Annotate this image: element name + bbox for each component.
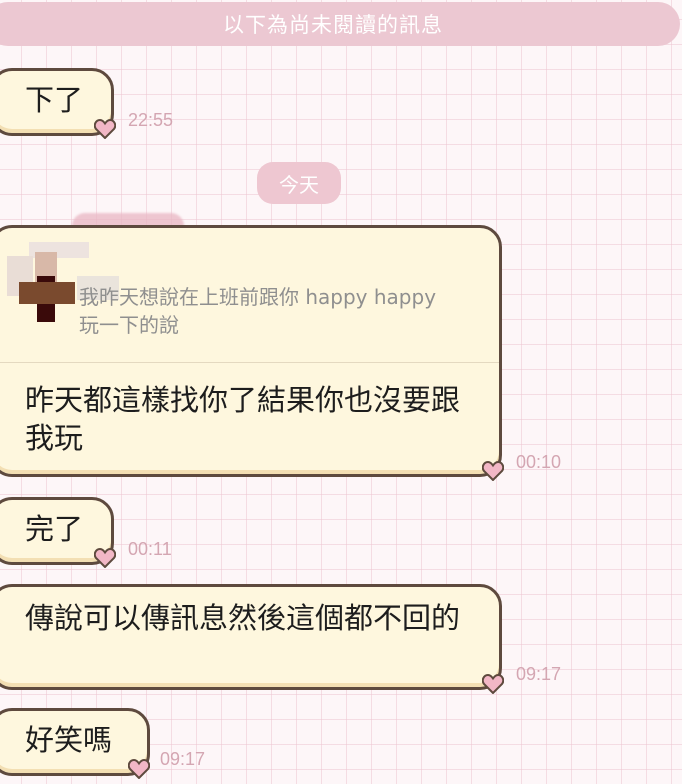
quoted-message-text: 我昨天想說在上班前跟你 happy happy 玩一下的說 [79,285,437,337]
message-bubble[interactable]: 傳說可以傳訊息然後這個都不回的 [0,584,502,690]
message-text: 傳說可以傳訊息然後這個都不回的 [25,601,461,635]
message-text: 下了 [25,83,84,117]
message-text: 完了 [25,512,84,546]
message-text: 好笑嗎 [25,723,113,757]
unread-banner-text: 以下為尚未閱讀的訊息 [223,13,443,37]
heart-icon [482,674,504,694]
message-text: 昨天都這樣找你了結果你也沒要跟我玩 [25,383,461,455]
heart-icon [482,461,504,481]
reply-message-bubble[interactable]: 我昨天想說在上班前跟你 happy happy 玩一下的說 昨天都這樣找你了結果… [0,225,502,477]
heart-icon [94,548,116,568]
message-time: 09:17 [160,749,206,769]
message-time: 00:10 [516,452,562,472]
quoted-message[interactable]: 我昨天想說在上班前跟你 happy happy 玩一下的說 [0,228,499,363]
heart-icon [128,759,150,779]
date-chip-label: 今天 [279,172,319,197]
heart-icon [94,119,116,139]
date-separator-chip: 今天 [257,162,341,204]
unread-messages-banner: 以下為尚未閱讀的訊息 [0,2,680,46]
message-time: 00:11 [128,539,172,559]
message-time: 09:17 [516,664,562,684]
message-time: 22:55 [128,110,174,130]
